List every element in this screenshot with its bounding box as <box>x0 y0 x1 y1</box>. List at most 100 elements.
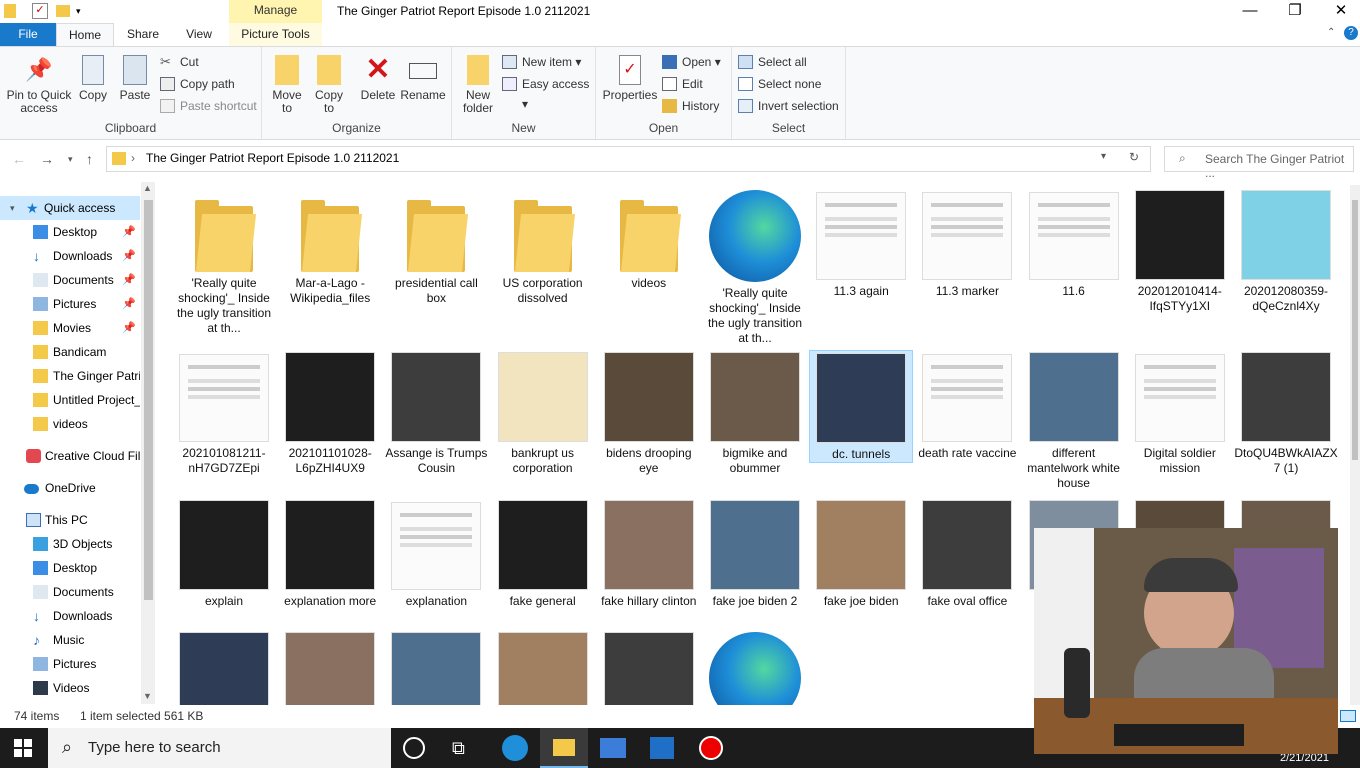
file-item[interactable]: fake general <box>491 498 595 609</box>
file-item[interactable] <box>384 630 488 705</box>
folder-item[interactable]: Mar-a-Lago - Wikipedia_files <box>278 188 382 306</box>
back-arrow-icon[interactable]: ← <box>12 151 26 167</box>
file-item[interactable]: bigmike and obummer <box>703 350 807 476</box>
move-to-button[interactable]: Move to <box>268 55 306 115</box>
pin-icon[interactable]: 📌 <box>122 220 136 244</box>
pin-icon[interactable]: 📌 <box>122 292 136 316</box>
folder-item[interactable]: 'Really quite shocking'_ Inside the ugly… <box>172 188 276 336</box>
file-item[interactable] <box>172 630 276 705</box>
new-item-button[interactable]: New item ▾ <box>502 52 581 72</box>
scroll-up-icon[interactable]: ▲ <box>143 183 152 193</box>
copy-button[interactable]: Copy <box>76 55 110 102</box>
sidebar-item-creative-cloud[interactable]: Creative Cloud Fil <box>0 444 140 468</box>
file-item[interactable]: 11.3 again <box>809 188 913 299</box>
pin-button[interactable]: 📌 Pin to Quick access <box>6 55 72 115</box>
collapse-ribbon-icon[interactable]: ⌃ <box>1327 27 1335 38</box>
tab-file[interactable]: File <box>0 23 56 46</box>
history-button[interactable]: History <box>662 96 719 116</box>
help-icon[interactable]: ? <box>1344 26 1358 40</box>
copy-to-button[interactable]: Copy to <box>310 55 348 115</box>
file-explorer-taskbar-button[interactable] <box>540 728 588 768</box>
sidebar-item-pc-desktop[interactable]: Desktop <box>0 556 140 580</box>
file-item[interactable]: bankrupt us corporation <box>491 350 595 476</box>
sidebar-item-pc-3d-objects[interactable]: 3D Objects <box>0 532 140 556</box>
sidebar-item-pc-pictures[interactable]: Pictures <box>0 652 140 676</box>
file-item[interactable]: dc. tunnels <box>809 350 914 463</box>
photos-icon[interactable] <box>650 737 674 759</box>
chevron-down-icon[interactable]: ▾ <box>76 3 92 19</box>
paste-shortcut-button[interactable]: Paste shortcut <box>160 96 257 116</box>
sidebar-item-untitled-project[interactable]: Untitled Project_ <box>0 388 140 412</box>
file-item[interactable] <box>597 630 701 705</box>
sidebar-item-the-ginger-patri[interactable]: The Ginger Patri <box>0 364 140 388</box>
minimize-button[interactable]: — <box>1227 0 1273 23</box>
file-item[interactable]: fake oval office <box>915 498 1019 609</box>
file-item[interactable]: 202101081211-nH7GD7ZEpi <box>172 350 276 476</box>
breadcrumb[interactable]: The Ginger Patriot Report Episode 1.0 21… <box>146 151 399 165</box>
sidebar-item-pc-music[interactable]: ♪ Music <box>0 628 140 652</box>
rename-button[interactable]: Rename <box>400 55 446 102</box>
content-scrollbar-thumb[interactable] <box>1352 200 1358 460</box>
pin-icon[interactable]: 📌 <box>122 244 136 268</box>
sidebar-item-desktop[interactable]: Desktop 📌 <box>0 220 140 244</box>
sidebar-item-documents[interactable]: Documents 📌 <box>0 268 140 292</box>
address-dropdown-icon[interactable]: ▾ <box>1101 151 1106 162</box>
pin-icon[interactable]: 📌 <box>122 268 136 292</box>
open-button[interactable]: Open ▾ <box>662 52 721 72</box>
record-icon[interactable] <box>699 736 723 760</box>
large-icons-view-icon[interactable] <box>1340 710 1356 722</box>
sidebar-item-this-pc[interactable]: This PC <box>0 508 140 532</box>
tab-picture-tools[interactable]: Picture Tools <box>229 23 322 46</box>
edit-button[interactable]: Edit <box>662 74 703 94</box>
cut-button[interactable]: ✂ Cut <box>160 52 199 72</box>
sidebar-item-onedrive[interactable]: OneDrive <box>0 476 140 500</box>
refresh-icon[interactable]: ↻ <box>1129 150 1139 164</box>
pc-app-icon[interactable] <box>600 738 626 758</box>
forward-arrow-icon[interactable]: → <box>40 151 54 167</box>
pin-icon[interactable]: 📌 <box>122 316 136 340</box>
file-item[interactable]: fake hillary clinton <box>597 498 701 609</box>
paste-button[interactable]: Paste <box>118 55 152 102</box>
tab-home[interactable]: Home <box>56 23 114 46</box>
select-all-button[interactable]: Select all <box>738 52 807 72</box>
file-item[interactable]: explanation more <box>278 498 382 609</box>
file-item[interactable]: different mantelwork white house <box>1022 350 1126 491</box>
new-folder-icon[interactable] <box>56 5 70 17</box>
nav-scrollbar-thumb[interactable] <box>144 200 153 600</box>
sidebar-item-pc-videos[interactable]: Videos <box>0 676 140 700</box>
sidebar-item-bandicam[interactable]: Bandicam <box>0 340 140 364</box>
file-item[interactable]: Digital soldier mission <box>1128 350 1232 476</box>
folder-item[interactable]: presidential call box <box>384 188 488 306</box>
search-box[interactable]: ⌕ Search The Ginger Patriot ... <box>1164 146 1354 180</box>
file-item[interactable]: 202012010414-IfqSTYy1XI <box>1128 188 1232 314</box>
invert-selection-button[interactable]: Invert selection <box>738 96 839 116</box>
properties-icon[interactable]: ✓ <box>32 3 48 19</box>
search-input[interactable]: Search The Ginger Patriot ... <box>1205 152 1353 180</box>
sidebar-item-pc-documents[interactable]: Documents <box>0 580 140 604</box>
scroll-down-icon[interactable]: ▼ <box>143 691 152 701</box>
file-item[interactable] <box>278 630 382 705</box>
sidebar-item-videos[interactable]: videos <box>0 412 140 436</box>
file-item[interactable]: DtoQU4BWkAIAZX7 (1) <box>1234 350 1338 476</box>
new-folder-button[interactable]: New folder <box>460 55 496 115</box>
taskbar-search-input[interactable]: Type here to search <box>88 739 221 756</box>
taskbar-search[interactable]: ⌕ Type here to search <box>48 728 391 768</box>
file-item[interactable]: fake joe biden 2 <box>703 498 807 609</box>
folder-item[interactable]: US corporation dissolved <box>491 188 595 306</box>
task-view-icon[interactable]: ⧉ <box>452 734 482 762</box>
file-item[interactable]: Assange is Trumps Cousin <box>384 350 488 476</box>
up-arrow-icon[interactable]: ↑ <box>86 151 93 167</box>
recent-locations-icon[interactable]: ▾ <box>68 154 73 165</box>
file-item[interactable]: 202012080359-dQeCznl4Xy <box>1234 188 1338 314</box>
tab-manage[interactable]: Manage <box>229 0 322 23</box>
delete-button[interactable]: ✕ Delete <box>358 55 398 102</box>
restore-button[interactable]: ❐ <box>1272 0 1318 23</box>
sidebar-item-pictures[interactable]: Pictures 📌 <box>0 292 140 316</box>
cortana-icon[interactable] <box>403 737 425 759</box>
file-item[interactable]: explanation <box>384 498 488 609</box>
close-button[interactable]: ✕ <box>1318 0 1360 23</box>
file-item[interactable]: death rate vaccine <box>915 350 1019 461</box>
content-scrollbar[interactable] <box>1350 185 1360 705</box>
file-item[interactable]: bidens drooping eye <box>597 350 701 476</box>
properties-button[interactable]: ✓ Properties <box>602 55 658 102</box>
